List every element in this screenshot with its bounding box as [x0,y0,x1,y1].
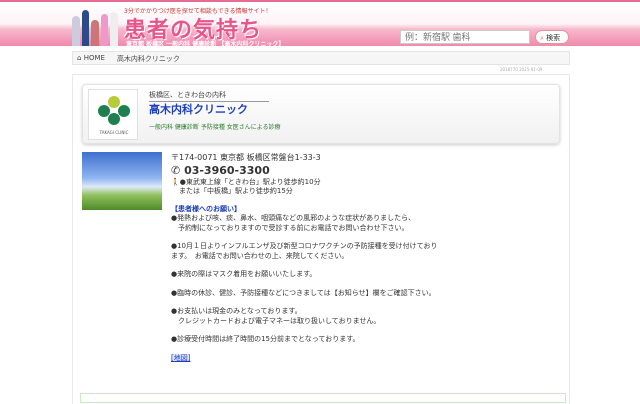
breadcrumb-current: 高木内科クリニック [116,55,180,63]
clinic-tags: 一般内科 健康診断 予防接種 女医さんによる診療 [149,124,281,131]
svg-text:TAKAGI CLINIC: TAKAGI CLINIC [99,130,129,135]
clinic-name[interactable]: 高木内科クリニック [149,101,248,117]
site-header: 3分でかかりつけ医を探せて相談もできる情報サイト！ 患者の気持ち 東京都 板橋区… [0,0,640,48]
phone-icon: ✆ [171,163,181,177]
notice: クレジットカードおよび電子マネーは取り扱いしておりません。 [171,316,381,325]
notice: ●診療受付時間は終了時間の15分前までとなっております。 [171,335,360,343]
people-illustration [72,6,118,46]
phone: ✆ 03-3960-3300 [171,163,441,178]
clinic-logo: TAKAGI CLINIC [88,89,138,140]
header-subtitle: 東京都 板橋区 一般内科 健康診断 【高木内科クリニック】 [126,41,285,48]
breadcrumb: ⌂ HOME 高木内科クリニック [72,51,570,65]
home-icon: ⌂ [77,54,82,62]
search-icon: ⌕ [540,34,544,42]
walk-icon: 🚶 [171,177,180,186]
access-line-1: ●東武東上線「ときわ台」駅より徒歩約10分 [179,177,321,186]
breadcrumb-home[interactable]: ⌂ HOME [77,54,105,62]
next-section [80,393,566,403]
notice: ●来院の際はマスク着用をお願いいたします。 [171,270,317,278]
notice: ●10月１日よりインフルエンザ及び新型コロナワクチンの予防接種を受け付けておりま… [171,242,438,260]
search-button[interactable]: ⌕ 検索 [535,30,569,44]
home-label: HOME [83,54,105,62]
address: 〒174-0071 東京都 板橋区常盤台1-33-3 [171,153,321,162]
phone-number[interactable]: 03-3960-3300 [184,164,270,177]
clinic-info: 〒174-0071 東京都 板橋区常盤台1-33-3 ✆ 03-3960-330… [171,153,441,363]
notice: ●お支払いは現金のみとなっております。 [171,307,302,315]
clinic-photo [82,152,162,210]
notice-title: 【患者様へのお願い】 [171,204,241,213]
access-line-2: または「中板橋」駅より徒歩約15分 [179,187,293,195]
access: 🚶●東武東上線「ときわ台」駅より徒歩約10分 [171,178,441,188]
search-input[interactable] [400,30,530,44]
clinic-main: TAKAGI CLINIC 板橋区、ときわ台の内科 高木内科クリニック 一般内科… [72,74,570,404]
map-link[interactable]: [地図] [171,353,191,362]
notice: 予約制になっておりますので受診する前にお電話でお問い合わせ下さい。 [171,223,409,232]
notice: ●臨時の休診、健診、予防接種などにつきましては【お知らせ】欄をご確認下さい。 [171,288,436,297]
clinic-card: TAKAGI CLINIC 板橋区、ときわ台の内科 高木内科クリニック 一般内科… [82,84,560,144]
search-button-label: 検索 [546,34,561,42]
page-stamp: 2018770 2025-01-09 [500,67,543,72]
notice: ●発熱および咳、痰、鼻水、咽頭痛などの風邪のような症状がありましたら、 [171,214,416,222]
